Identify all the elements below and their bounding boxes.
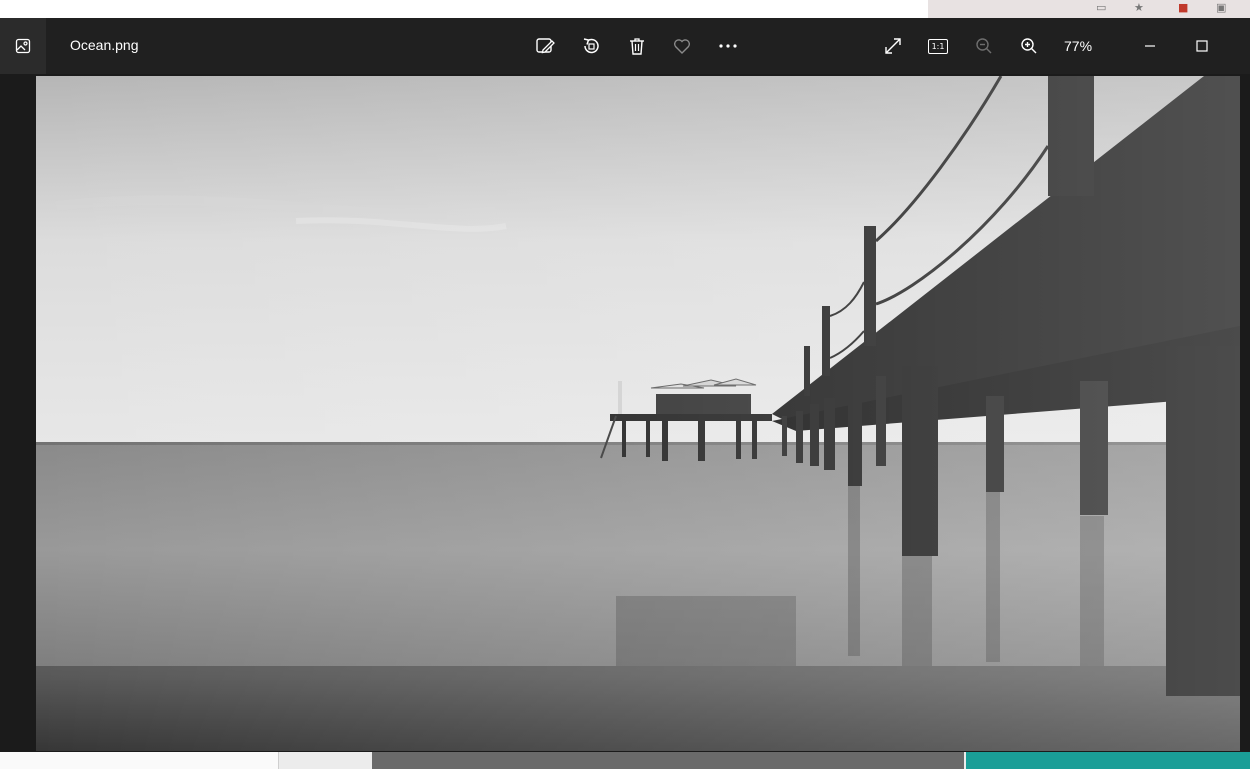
photo-viewer-area <box>0 74 1250 752</box>
actual-size-icon: 1:1 <box>928 38 948 54</box>
background-window-segment <box>966 752 1250 769</box>
share-icon: ▭ <box>1096 1 1107 14</box>
file-name: Ocean.png <box>70 37 139 53</box>
ocean-pier-photo[interactable] <box>36 76 1240 751</box>
more-options-button[interactable] <box>712 30 744 62</box>
background-browser-strip: ▭ ★ ■ ▣ <box>0 0 1250 19</box>
photos-app-icon[interactable] <box>0 18 46 74</box>
favorite-button[interactable] <box>666 30 698 62</box>
fullscreen-button[interactable] <box>877 30 909 62</box>
maximize-icon <box>1196 40 1208 52</box>
zoom-level: 77% <box>1064 38 1093 54</box>
photos-app-window: Ocean.png 1:1 77% <box>0 18 1250 752</box>
background-browser-toolbar: ▭ ★ ■ ▣ <box>928 0 1250 18</box>
minimize-button[interactable] <box>1134 30 1166 62</box>
photo-canvas <box>36 76 1240 751</box>
maximize-button[interactable] <box>1186 30 1218 62</box>
zoom-in-button[interactable] <box>1013 30 1045 62</box>
extension-icon: ■ <box>1178 1 1189 14</box>
background-window-segment <box>372 752 964 769</box>
expand-icon <box>885 38 901 54</box>
edit-image-icon <box>536 38 555 54</box>
trash-icon <box>630 38 644 55</box>
heart-icon <box>673 39 691 54</box>
title-bar: Ocean.png 1:1 77% <box>0 18 1250 74</box>
image-icon <box>15 38 31 54</box>
zoom-in-icon <box>1021 38 1037 54</box>
delete-button[interactable] <box>621 30 653 62</box>
zoom-out-icon <box>976 38 992 54</box>
edit-image-button[interactable] <box>529 30 561 62</box>
star-icon: ★ <box>1134 1 1144 14</box>
profile-icon: ▣ <box>1216 1 1227 14</box>
actual-size-button[interactable]: 1:1 <box>922 30 954 62</box>
more-icon <box>719 44 737 48</box>
background-taskbar-strip <box>0 752 1250 769</box>
zoom-out-button[interactable] <box>968 30 1000 62</box>
background-window-segment <box>0 752 279 769</box>
rotate-button[interactable] <box>575 30 607 62</box>
rotate-icon <box>583 38 599 54</box>
minimize-icon <box>1145 45 1155 47</box>
